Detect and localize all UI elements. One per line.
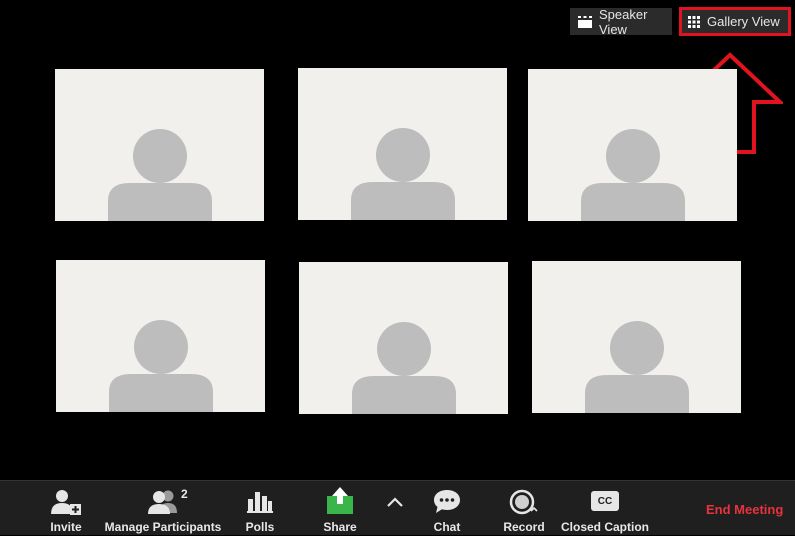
closed-caption-label: Closed Caption [560,520,649,534]
avatar-placeholder-icon [584,321,689,413]
avatar-placeholder-icon [108,320,213,412]
participant-tile[interactable] [528,69,737,221]
manage-participants-button[interactable]: 2 Manage Participants [104,481,222,536]
share-label: Share [323,520,357,534]
manage-participants-label: Manage Participants [104,520,222,534]
participant-tile[interactable] [298,68,507,220]
participants-icon [148,490,177,514]
gallery-view-label: Gallery View [707,14,780,29]
chat-label: Chat [433,520,461,534]
speaker-view-icon [578,15,592,28]
invite-label: Invite [50,520,82,534]
closed-caption-icon: CC [591,491,619,511]
share-options-chevron-up-icon[interactable] [386,496,404,508]
invite-person-plus-icon [51,490,81,515]
chat-button[interactable]: Chat [424,481,470,536]
end-meeting-button[interactable]: End Meeting [706,502,783,517]
speaker-view-button[interactable]: Speaker View [570,6,672,37]
share-screen-arrow-icon [327,487,353,514]
polls-button[interactable]: Polls [238,481,282,536]
record-icon [509,489,538,515]
participant-tile[interactable] [299,262,508,414]
participant-tile[interactable] [56,260,265,412]
avatar-placeholder-icon [107,129,212,221]
gallery-view-button[interactable]: Gallery View [679,7,791,36]
share-button[interactable]: Share [318,481,362,536]
gallery-grid-icon [688,15,700,28]
polls-bar-chart-icon [247,492,273,513]
participant-tile[interactable] [532,261,741,413]
participants-count-badge: 2 [181,487,188,501]
avatar-placeholder-icon [350,128,455,220]
invite-button[interactable]: Invite [40,481,92,536]
avatar-placeholder-icon [351,322,456,414]
closed-caption-button[interactable]: CC Closed Caption [560,481,650,536]
polls-label: Polls [245,520,275,534]
participant-tile[interactable] [55,69,264,221]
speaker-view-label: Speaker View [599,6,648,37]
avatar-placeholder-icon [580,129,685,221]
chat-bubble-icon [434,490,460,513]
record-button[interactable]: Record [500,481,548,536]
closed-caption-icon-text: CC [597,495,613,507]
record-label: Record [503,520,545,534]
